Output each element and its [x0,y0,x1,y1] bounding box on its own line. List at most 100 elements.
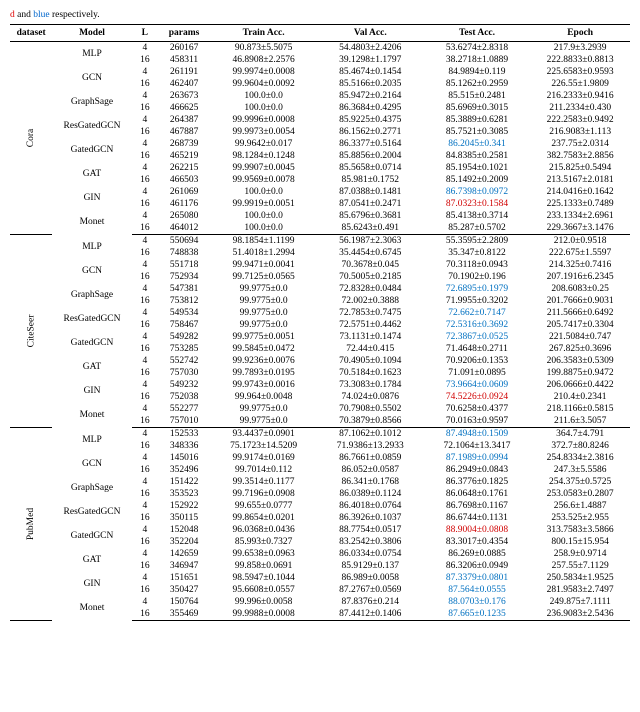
cell-epoch: 199.8875±0.9472 [530,367,630,379]
cell-L: 4 [132,90,158,102]
cell-test: 86.3206±0.0949 [424,560,531,572]
cell-params: 458311 [158,54,210,66]
cell-train: 99.9907±0.0045 [210,162,317,174]
cell-train: 99.9974±0.0008 [210,66,317,78]
cell-train: 99.9988±0.0008 [210,608,317,621]
cell-val: 85.9129±0.137 [317,560,424,572]
cell-test: 72.1064±13.3417 [424,440,531,452]
cell-train: 99.9174±0.0169 [210,452,317,464]
cell-val: 70.3879±0.8566 [317,415,424,428]
cell-params: 549282 [158,331,210,343]
cell-val: 35.4454±0.6745 [317,247,424,259]
cell-params: 462407 [158,78,210,90]
cell-L: 4 [132,379,158,391]
cell-train: 99.7014±0.112 [210,464,317,476]
cell-val: 70.5005±0.2185 [317,271,424,283]
cell-train: 99.7893±0.0195 [210,367,317,379]
model-cell: Monet [52,596,132,621]
cell-test: 71.4648±0.2711 [424,343,531,355]
dataset-cell: CiteSeer [10,235,52,428]
cell-L: 4 [132,66,158,78]
cell-params: 753285 [158,343,210,355]
cell-epoch: 253.525±2.955 [530,512,630,524]
cell-epoch: 217.9±3.2939 [530,42,630,55]
cell-epoch: 218.1166±0.5815 [530,403,630,415]
model-cell: GAT [52,548,132,572]
cell-val: 85.4674±0.1454 [317,66,424,78]
cell-epoch: 214.325±0.7416 [530,259,630,271]
cell-val: 56.1987±2.3063 [317,235,424,248]
cell-params: 753812 [158,295,210,307]
cell-val: 85.8856±0.2004 [317,150,424,162]
cell-params: 261069 [158,186,210,198]
model-cell: Monet [52,403,132,428]
dataset-cell: Cora [10,42,52,235]
cell-val: 85.5658±0.0714 [317,162,424,174]
cell-L: 16 [132,150,158,162]
cell-test: 70.0163±0.9597 [424,415,531,428]
cell-train: 99.9775±0.0 [210,319,317,331]
cell-train: 99.9973±0.0054 [210,126,317,138]
cell-epoch: 206.0666±0.4422 [530,379,630,391]
cell-epoch: 256.6±1.4887 [530,500,630,512]
cell-params: 261191 [158,66,210,78]
cell-test: 87.4948±0.1509 [424,428,531,441]
cell-val: 86.052±0.0587 [317,464,424,476]
model-cell: GraphSage [52,283,132,307]
cell-epoch: 249.875±7.1111 [530,596,630,608]
cell-L: 16 [132,608,158,621]
cell-params: 151651 [158,572,210,584]
cell-test: 85.3889±0.6281 [424,114,531,126]
cell-val: 85.6796±0.3681 [317,210,424,222]
cell-epoch: 201.7666±0.9031 [530,295,630,307]
cell-test: 71.9955±0.3202 [424,295,531,307]
cell-train: 99.7196±0.0908 [210,488,317,500]
cell-test: 85.1492±0.2009 [424,174,531,186]
model-cell: GAT [52,162,132,186]
cell-params: 260167 [158,42,210,55]
cell-L: 16 [132,415,158,428]
model-cell: GraphSage [52,90,132,114]
cell-val: 86.0389±0.1124 [317,488,424,500]
cell-epoch: 364.7±4.791 [530,428,630,441]
cell-params: 752934 [158,271,210,283]
cell-L: 16 [132,54,158,66]
cell-L: 16 [132,488,158,500]
cell-params: 466625 [158,102,210,114]
cell-params: 757030 [158,367,210,379]
cell-test: 72.6895±0.1979 [424,283,531,295]
cell-epoch: 225.1333±0.7489 [530,198,630,210]
cell-epoch: 215.825±0.5494 [530,162,630,174]
cell-train: 99.655±0.0777 [210,500,317,512]
model-cell: GIN [52,186,132,210]
cell-L: 4 [132,355,158,367]
cell-L: 4 [132,307,158,319]
results-table: dataset Model L params Train Acc. Val Ac… [10,24,630,621]
cell-test: 86.0648±0.1761 [424,488,531,500]
cell-train: 98.1854±1.1199 [210,235,317,248]
cell-val: 85.5166±0.2035 [317,78,424,90]
cell-L: 16 [132,584,158,596]
cell-params: 355469 [158,608,210,621]
cell-train: 99.5845±0.0472 [210,343,317,355]
cell-L: 16 [132,222,158,235]
cell-epoch: 216.2333±0.9416 [530,90,630,102]
cell-test: 72.662±0.7147 [424,307,531,319]
cell-params: 352496 [158,464,210,476]
hdr-train: Train Acc. [210,25,317,42]
cell-L: 4 [132,283,158,295]
cell-epoch: 214.0416±0.1642 [530,186,630,198]
cell-train: 98.1284±0.1248 [210,150,317,162]
model-cell: GraphSage [52,476,132,500]
cell-val: 73.1131±0.1474 [317,331,424,343]
cell-params: 757010 [158,415,210,428]
model-cell: ResGatedGCN [52,114,132,138]
model-cell: GCN [52,66,132,90]
cell-train: 99.8654±0.0201 [210,512,317,524]
cell-epoch: 313.7583±3.5866 [530,524,630,536]
cell-train: 99.9642±0.017 [210,138,317,150]
cell-L: 16 [132,247,158,259]
hdr-model: Model [52,25,132,42]
model-cell: ResGatedGCN [52,500,132,524]
cell-epoch: 382.7583±2.8856 [530,150,630,162]
